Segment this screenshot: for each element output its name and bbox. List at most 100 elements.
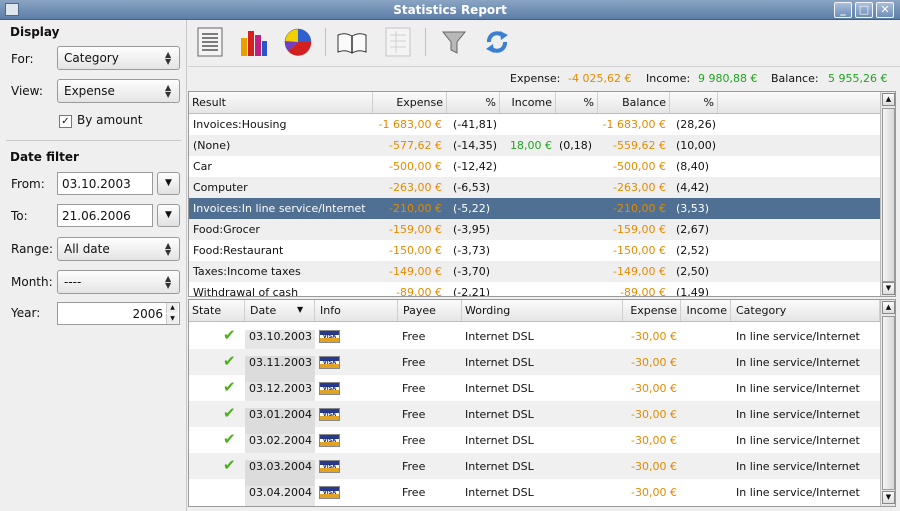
summary-bar: Expense: -4 025,62 € Income: 9 980,88 € … [188,66,900,90]
cell-balance: -159,00 € [613,223,666,236]
bar-chart-icon[interactable] [237,26,269,58]
cell-expense: -500,00 € [389,160,442,173]
col-payee[interactable]: Payee [398,300,462,321]
transaction-row[interactable]: 03.04.2004 VISA Free Internet DSL -30,00… [189,479,880,506]
col-info[interactable]: Info [315,300,398,321]
col-income[interactable]: Income [681,300,731,321]
col-category[interactable]: Category [731,300,880,321]
year-spinbox[interactable]: 2006 ▲ ▼ [57,302,180,325]
view-combo[interactable]: Expense ▲ ▼ [57,79,180,103]
results-row[interactable]: Food:Grocer -159,00 € (-3,95) -159,00 € … [189,219,880,240]
transaction-row[interactable]: ✔ 03.11.2003 VISA Free Internet DSL -30,… [189,349,880,382]
transactions-scrollbar[interactable]: ▲ ▼ [880,300,895,506]
results-scrollbar[interactable]: ▲ ▼ [880,92,895,296]
cell-result: Computer [193,181,248,194]
cell-expense: -1 683,00 € [378,118,442,131]
cell-wording: Internet DSL [465,486,534,499]
col-expense[interactable]: Expense [373,92,447,113]
col-income-pct[interactable]: % [556,92,598,113]
month-combo[interactable]: ---- ▲ ▼ [57,270,180,294]
results-row[interactable]: Taxes:Income taxes -149,00 € (-3,70) -14… [189,261,880,282]
book-icon[interactable] [336,26,368,58]
cell-payee: Free [402,356,426,369]
cell-result: (None) [193,139,231,152]
maximize-button[interactable]: □ [855,2,873,18]
cell-income-pct: (0,18) [559,139,593,152]
filter-icon[interactable] [438,26,470,58]
cell-category: In line service/Internet [736,408,860,421]
close-button[interactable]: ✕ [876,2,894,18]
scroll-up-icon[interactable]: ▲ [882,93,895,106]
col-expense-pct[interactable]: % [447,92,500,113]
minimize-button[interactable]: _ [834,2,852,18]
balance-summary-value: 5 955,26 € [828,72,888,85]
results-row[interactable]: Computer -263,00 € (-6,53) -263,00 € (4,… [189,177,880,198]
from-date-input[interactable]: 03.10.2003 [57,172,153,195]
transaction-row[interactable]: ✔ 03.03.2004 VISA Free Internet DSL -30,… [189,453,880,486]
cell-wording: Internet DSL [465,382,534,395]
cell-balance-pct: (2,67) [676,223,710,236]
cell-balance: -210,00 € [613,202,666,215]
cell-wording: Internet DSL [465,460,534,473]
scroll-down-icon[interactable]: ▼ [882,282,895,295]
transaction-row[interactable]: ✔ 03.02.2004 VISA Free Internet DSL -30,… [189,427,880,460]
results-row[interactable]: Food:Restaurant -150,00 € (-3,73) -150,0… [189,240,880,261]
cell-date: 03.02.2004 [249,434,312,447]
cell-expense: -577,62 € [389,139,442,152]
col-income[interactable]: Income [500,92,556,113]
cell-date: 03.11.2003 [249,356,312,369]
scroll-thumb[interactable] [882,108,895,282]
cell-expense-pct: (-6,53) [453,181,491,194]
for-combo[interactable]: Category ▲ ▼ [57,46,180,70]
results-row[interactable]: Withdrawal of cash -89,00 € (-2,21) -89,… [189,282,880,296]
results-row[interactable]: (None) -577,62 € (-14,35) 18,00 € (0,18)… [189,135,880,156]
refresh-icon[interactable] [481,26,513,58]
transaction-row[interactable]: ✔ 03.10.2003 VISA Free Internet DSL -30,… [189,323,880,356]
transaction-row[interactable]: ✔ 03.12.2003 VISA Free Internet DSL -30,… [189,375,880,408]
results-row[interactable]: Invoices:Housing -1 683,00 € (-41,81) -1… [189,114,880,135]
cell-expense: -210,00 € [389,202,442,215]
window-title: Statistics Report [393,3,507,17]
col-result[interactable]: Result [189,92,373,113]
transactions-table-header: State Date ▼ Info Payee Wording Expense … [189,300,880,322]
cell-category: In line service/Internet [736,460,860,473]
results-row[interactable]: Car -500,00 € (-12,42) -500,00 € (8,40) [189,156,880,177]
by-amount-checkbox[interactable]: ✓ [59,115,72,128]
spin-up-icon[interactable]: ▲ [166,303,178,313]
transaction-row[interactable]: ✔ 03.01.2004 VISA Free Internet DSL -30,… [189,401,880,434]
col-wording[interactable]: Wording [462,300,623,321]
from-date-dropdown-button[interactable]: ▼ [157,172,180,195]
updown-arrow-icon: ▲ ▼ [165,274,172,290]
cell-balance-pct: (8,40) [676,160,710,173]
from-label: From: [11,177,45,191]
visa-card-icon: VISA [319,434,340,447]
cell-payee: Free [402,486,426,499]
col-expense[interactable]: Expense [623,300,681,321]
col-date[interactable]: Date ▼ [245,300,315,321]
spin-down-icon[interactable]: ▼ [166,314,178,324]
toolbar [188,20,900,64]
cell-wording: Internet DSL [465,356,534,369]
balance-summary-label: Balance: [771,72,819,85]
cell-expense: -30,00 € [631,330,677,343]
scroll-down-icon[interactable]: ▼ [882,491,895,504]
to-date-input[interactable]: 21.06.2006 [57,204,153,227]
cell-result: Invoices:Housing [193,118,287,131]
chevron-down-icon: ▼ [165,178,172,188]
range-combo-value: All date [64,242,110,256]
cell-expense: -30,00 € [631,356,677,369]
list-report-icon[interactable] [194,26,226,58]
cell-expense: -159,00 € [389,223,442,236]
col-balance-pct[interactable]: % [670,92,718,113]
date-filter-title: Date filter [10,150,79,164]
col-balance[interactable]: Balance [598,92,670,113]
scroll-up-icon[interactable]: ▲ [882,301,895,314]
to-date-dropdown-button[interactable]: ▼ [157,204,180,227]
pie-chart-icon[interactable] [282,26,314,58]
results-row-selected[interactable]: Invoices:In line service/Internet -210,0… [189,198,880,219]
transactions-table: State Date ▼ Info Payee Wording Expense … [188,299,896,507]
scroll-thumb[interactable] [882,316,895,490]
cell-result: Invoices:In line service/Internet [193,202,366,215]
col-state[interactable]: State [189,300,245,321]
range-combo[interactable]: All date ▲ ▼ [57,237,180,261]
